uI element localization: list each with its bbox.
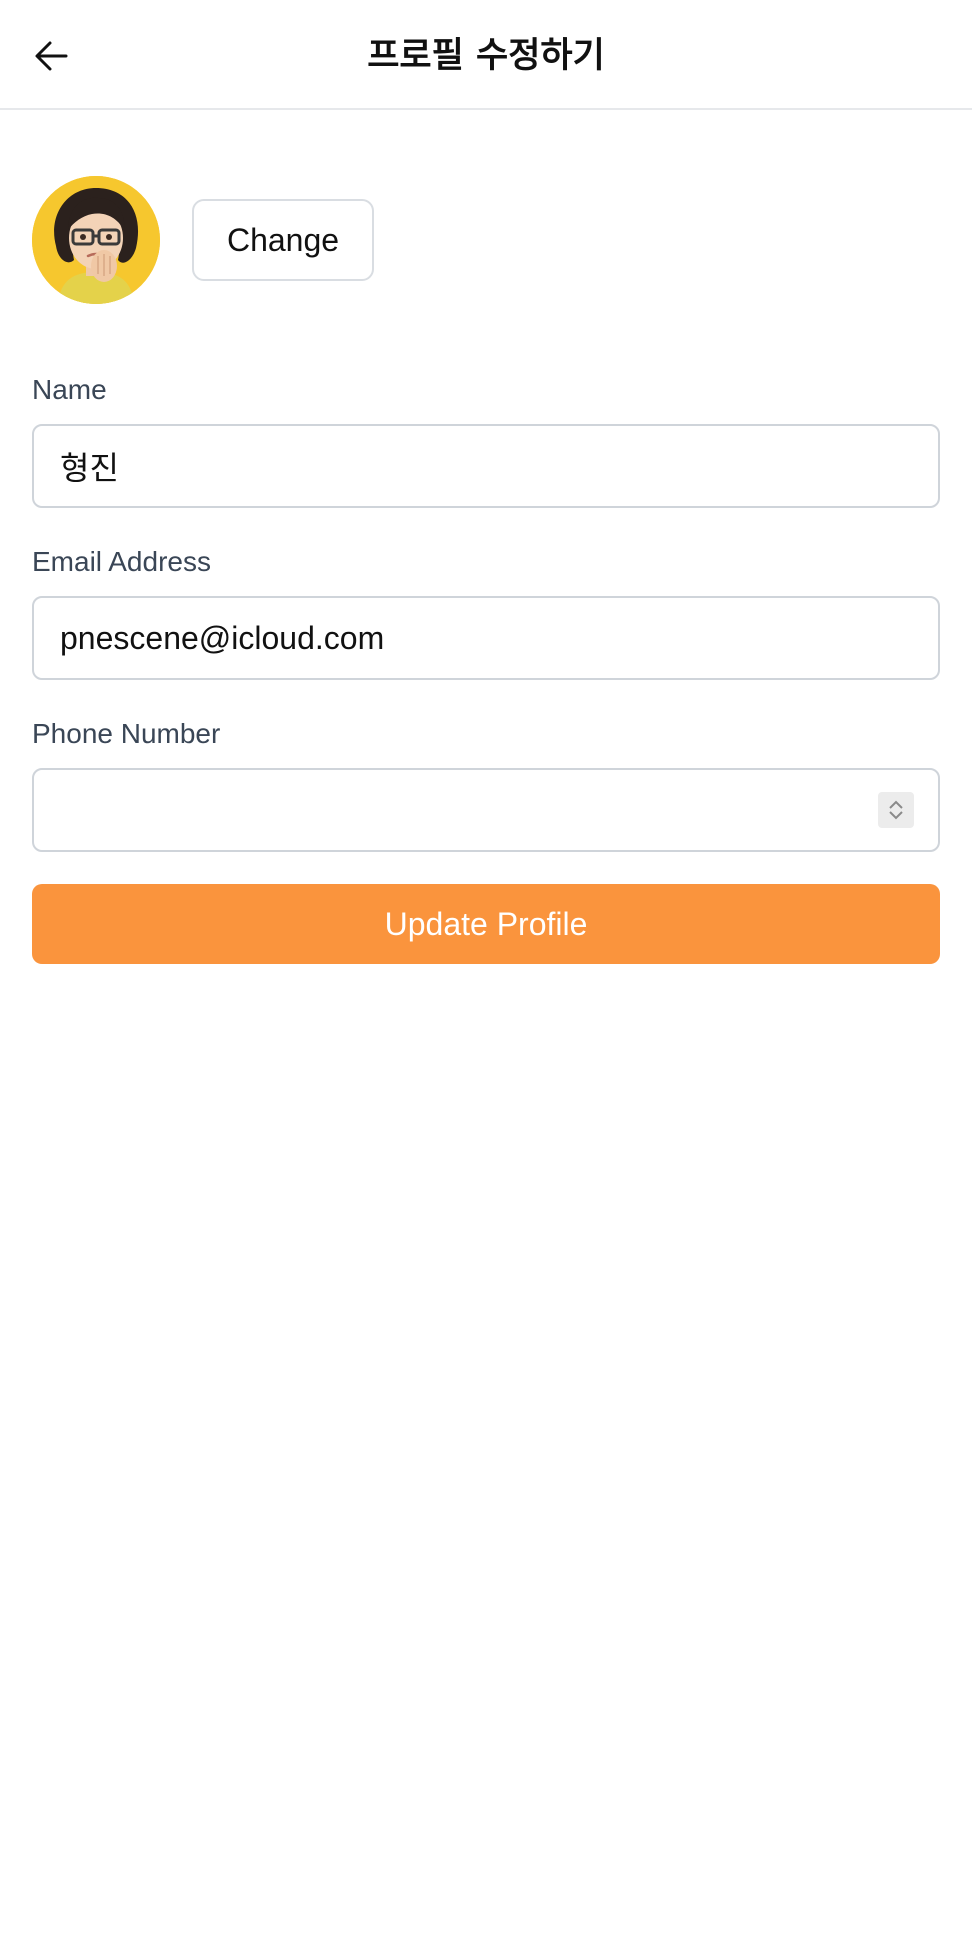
update-profile-button[interactable]: Update Profile <box>32 884 940 964</box>
top-app-bar: 프로필 수정하기 <box>0 0 972 110</box>
email-field[interactable]: pnescene@icloud.com <box>32 596 940 680</box>
name-field[interactable]: 형진 <box>32 424 940 508</box>
avatar <box>32 176 160 304</box>
avatar-row: Change <box>32 176 374 304</box>
email-value: pnescene@icloud.com <box>60 619 385 656</box>
edit-profile-page: 프로필 수정하기 Change Name 형진 Email Address pn… <box>0 0 972 1940</box>
chevron-down-icon[interactable] <box>888 810 904 820</box>
change-avatar-button[interactable]: Change <box>192 199 374 281</box>
name-value: 형진 <box>60 449 119 487</box>
name-label: Name <box>32 374 107 405</box>
phone-number-field[interactable] <box>32 768 940 852</box>
chevron-up-icon[interactable] <box>888 800 904 810</box>
memoji-avatar-icon <box>32 176 160 304</box>
page-title: 프로필 수정하기 <box>367 36 605 76</box>
phone-label: Phone Number <box>32 718 221 749</box>
email-label: Email Address <box>32 546 211 577</box>
number-stepper[interactable] <box>878 792 914 828</box>
